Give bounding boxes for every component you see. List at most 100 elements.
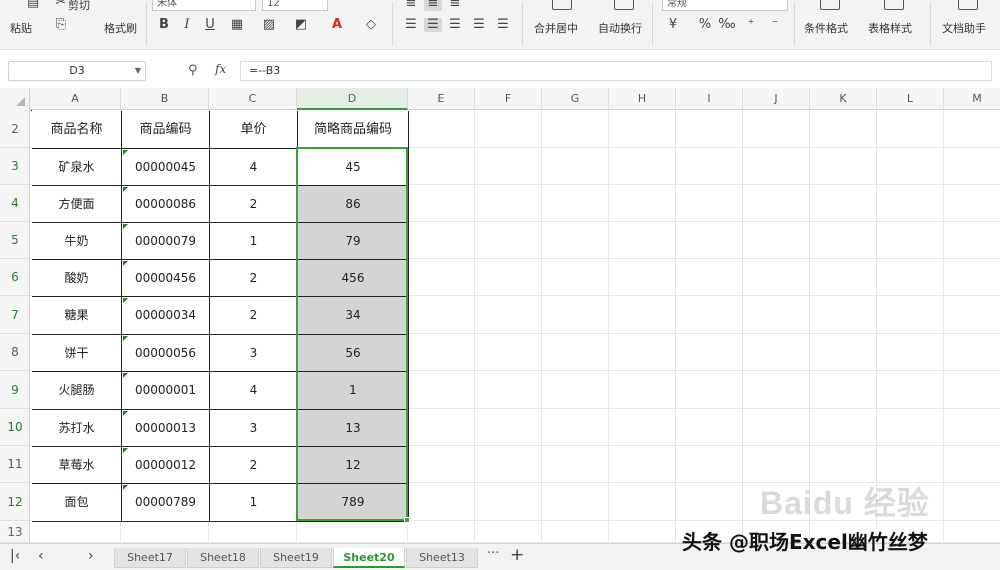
table-cell[interactable]: 2 (210, 447, 298, 484)
table-cell[interactable]: 1 (210, 484, 298, 522)
table-cell[interactable]: 79 (298, 223, 409, 260)
table-cell[interactable]: 1 (210, 223, 298, 260)
table-cell[interactable]: 00000079 (122, 223, 210, 260)
first-sheet-icon[interactable]: |‹ (10, 548, 20, 564)
merge-center-icon[interactable] (552, 0, 572, 10)
font-size-select[interactable]: 12 (262, 0, 328, 11)
column-header-i[interactable]: I (676, 88, 743, 110)
row-header-13[interactable]: 13 (0, 521, 30, 543)
table-cell[interactable]: 2 (210, 260, 298, 297)
align-bottom-icon[interactable]: ≡ (446, 0, 464, 11)
table-cell[interactable]: 789 (298, 484, 409, 522)
eraser-icon[interactable]: ◇ (362, 18, 380, 32)
border-icon[interactable]: ▦ (228, 18, 246, 32)
decrease-decimal-icon[interactable]: ⁻ (766, 18, 784, 32)
justify-icon[interactable]: ☰ (470, 18, 488, 32)
prev-sheet-icon[interactable]: ‹ (38, 548, 44, 564)
row-header-2[interactable]: 2 (0, 110, 30, 148)
sheet-tab-sheet13[interactable]: Sheet13 (406, 548, 478, 568)
table-cell[interactable]: 456 (298, 260, 409, 297)
table-cell[interactable]: 4 (210, 372, 298, 410)
sheet-tab-sheet18[interactable]: Sheet18 (187, 548, 259, 568)
table-cell[interactable]: 糖果 (32, 297, 122, 335)
wrap-text-icon[interactable] (614, 0, 634, 10)
cut-button[interactable]: 剪切 (68, 0, 90, 13)
number-format-select[interactable]: 常规 (662, 0, 788, 11)
row-header-9[interactable]: 9 (0, 371, 30, 409)
table-cell[interactable]: 2 (210, 297, 298, 335)
table-cell[interactable]: 1 (298, 372, 409, 410)
table-cell[interactable]: 00000056 (122, 335, 210, 372)
table-cell[interactable]: 3 (210, 410, 298, 447)
table-cell[interactable]: 酸奶 (32, 260, 122, 297)
row-header-11[interactable]: 11 (0, 446, 30, 483)
conditional-format-button[interactable]: 条件格式 (804, 20, 848, 36)
table-cell[interactable]: 面包 (32, 484, 122, 522)
row-header-3[interactable]: 3 (0, 148, 30, 185)
underline-button[interactable]: U (201, 18, 219, 32)
thousands-icon[interactable]: ‰ (718, 18, 736, 32)
table-header-cell[interactable]: 单价 (210, 111, 298, 149)
column-header-f[interactable]: F (475, 88, 542, 110)
add-sheet-button[interactable]: + (510, 545, 524, 565)
table-cell[interactable]: 4 (210, 149, 298, 186)
row-header-4[interactable]: 4 (0, 185, 30, 222)
table-cell[interactable]: 3 (210, 335, 298, 372)
sheet-tab-sheet20[interactable]: Sheet20 (333, 548, 405, 568)
table-cell[interactable]: 00000012 (122, 447, 210, 484)
table-header-cell[interactable]: 商品名称 (32, 111, 122, 149)
row-header-10[interactable]: 10 (0, 409, 30, 446)
increase-decimal-icon[interactable]: ⁺ (742, 18, 760, 32)
table-cell[interactable]: 方便面 (32, 186, 122, 223)
wrap-text-button[interactable]: 自动换行 (598, 20, 642, 36)
table-cell[interactable]: 火腿肠 (32, 372, 122, 410)
merge-center-button[interactable]: 合并居中 (534, 20, 578, 36)
column-header-g[interactable]: G (542, 88, 609, 110)
table-cell[interactable]: 45 (298, 149, 409, 186)
font-color-icon[interactable]: A (328, 18, 346, 32)
table-cell[interactable]: 00000789 (122, 484, 210, 522)
column-header-m[interactable]: M (944, 88, 1000, 110)
align-middle-icon[interactable]: ≡ (424, 0, 442, 11)
table-header-cell[interactable]: 商品编码 (122, 111, 210, 149)
table-cell[interactable]: 00000456 (122, 260, 210, 297)
column-header-c[interactable]: C (209, 88, 297, 110)
column-header-j[interactable]: J (743, 88, 810, 110)
paste-icon[interactable]: ▤ (24, 0, 42, 10)
format-painter-button[interactable]: 格式刷 (104, 20, 137, 36)
table-header-cell[interactable]: 简略商品编码 (298, 111, 409, 149)
table-cell[interactable]: 苏打水 (32, 410, 122, 447)
zoom-icon[interactable]: ⚲ (188, 63, 198, 78)
table-cell[interactable]: 牛奶 (32, 223, 122, 260)
distribute-icon[interactable]: ☰ (494, 18, 512, 32)
column-header-e[interactable]: E (408, 88, 475, 110)
highlight-icon[interactable]: ◩ (292, 18, 310, 32)
table-cell[interactable]: 00000086 (122, 186, 210, 223)
italic-button[interactable]: I (178, 18, 196, 32)
paste-button[interactable]: 粘贴 (10, 20, 32, 36)
table-cell[interactable]: 13 (298, 410, 409, 447)
fx-icon[interactable]: fx (215, 62, 226, 76)
row-header-6[interactable]: 6 (0, 259, 30, 296)
doc-helper-icon[interactable] (958, 0, 978, 10)
column-header-b[interactable]: B (121, 88, 209, 110)
column-header-a[interactable]: A (30, 88, 121, 110)
fill-color-icon[interactable]: ▨ (260, 18, 278, 32)
table-cell[interactable]: 34 (298, 297, 409, 335)
row-header-8[interactable]: 8 (0, 334, 30, 371)
row-header-5[interactable]: 5 (0, 222, 30, 259)
table-cell[interactable]: 12 (298, 447, 409, 484)
next-sheet-icon[interactable]: › (88, 548, 94, 564)
sheet-tab-sheet19[interactable]: Sheet19 (260, 548, 332, 568)
table-style-button[interactable]: 表格样式 (868, 20, 912, 36)
row-header-12[interactable]: 12 (0, 483, 30, 521)
more-sheets-button[interactable]: ··· (487, 546, 499, 561)
name-box[interactable]: D3 ▼ (8, 61, 146, 81)
align-right-icon[interactable]: ☰ (446, 18, 464, 32)
align-center-icon[interactable]: ☰ (424, 18, 442, 32)
fill-handle[interactable] (404, 517, 410, 523)
select-all-corner[interactable] (0, 88, 30, 110)
doc-helper-button[interactable]: 文档助手 (942, 20, 986, 36)
align-top-icon[interactable]: ≡ (402, 0, 420, 11)
spreadsheet-grid[interactable]: ABCDEFGHIJKLM 2 3 4 5 6 7 8 9 10 11 12 13 商品名称 商品编码单… (0, 88, 1000, 543)
